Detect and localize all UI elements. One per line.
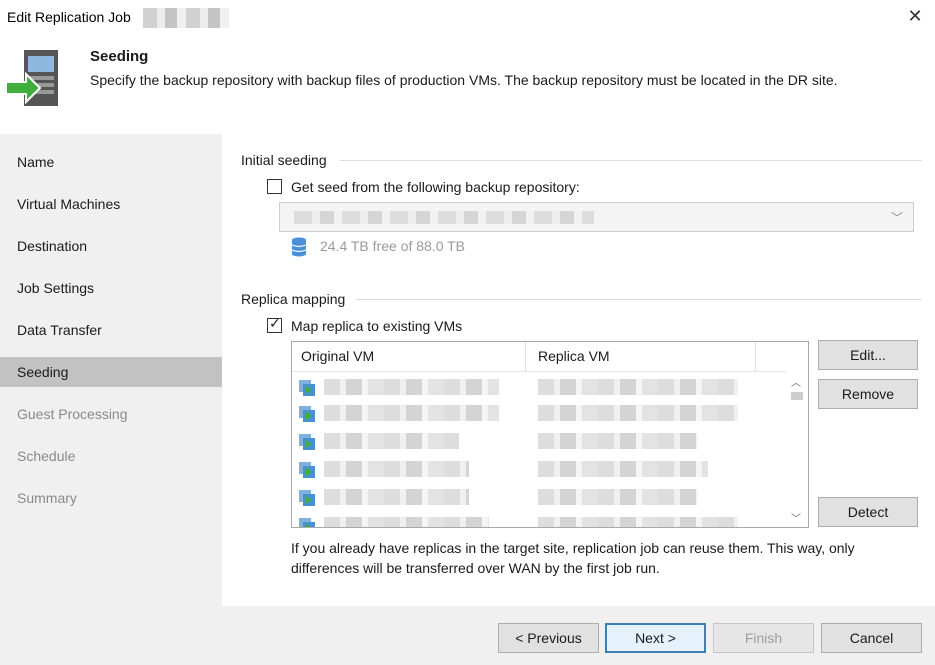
redacted-replica-vm: [538, 489, 698, 505]
seed-from-repository-label[interactable]: Get seed from the following backup repos…: [291, 179, 580, 195]
database-icon: [291, 237, 307, 257]
redacted-original-vm: [324, 405, 499, 421]
vm-icon: [299, 490, 315, 506]
previous-button[interactable]: < Previous: [498, 623, 599, 653]
redacted-replica-vm: [538, 379, 738, 395]
sidebar-item-name[interactable]: Name: [0, 147, 222, 177]
redacted-original-vm: [324, 379, 499, 395]
sidebar-item-seeding[interactable]: Seeding: [0, 357, 222, 387]
edit-button[interactable]: Edit...: [818, 340, 918, 370]
sidebar-item-job-settings[interactable]: Job Settings: [0, 273, 222, 303]
redacted-job-name: [143, 8, 229, 28]
scrollbar-thumb[interactable]: [791, 392, 803, 400]
table-row[interactable]: [292, 483, 786, 511]
table-row[interactable]: [292, 399, 786, 427]
redacted-original-vm: [324, 489, 469, 505]
sidebar-item-destination[interactable]: Destination: [0, 231, 222, 261]
cancel-button[interactable]: Cancel: [821, 623, 922, 653]
replica-mapping-group-label: Replica mapping: [241, 291, 346, 307]
wizard-header: Seeding Specify the backup repository wi…: [0, 36, 935, 134]
replica-mapping-list[interactable]: Original VM Replica VM ︿ ﹀: [291, 341, 809, 528]
group-divider: [340, 160, 922, 161]
wizard-steps-sidebar: Name Virtual Machines Destination Job Se…: [0, 134, 222, 665]
scroll-up-icon[interactable]: ︿: [791, 374, 801, 389]
sidebar-item-virtual-machines[interactable]: Virtual Machines: [0, 189, 222, 219]
table-row[interactable]: [292, 373, 786, 401]
list-scrollbar[interactable]: ︿ ﹀: [786, 372, 808, 527]
page-title: Seeding: [90, 48, 149, 65]
close-icon[interactable]: ✕: [905, 6, 925, 26]
vm-icon: [299, 406, 315, 422]
vm-icon: [299, 434, 315, 450]
sidebar-item-guest-processing: Guest Processing: [17, 406, 128, 422]
scroll-down-icon[interactable]: ﹀: [791, 510, 801, 525]
vm-icon: [299, 518, 315, 527]
redacted-replica-vm: [538, 433, 698, 449]
sidebar-item-schedule: Schedule: [17, 448, 76, 464]
window-title: Edit Replication Job: [7, 9, 131, 25]
redacted-original-vm: [324, 433, 459, 449]
column-separator: [525, 342, 526, 372]
list-header: Original VM Replica VM: [292, 342, 786, 372]
chevron-down-icon: ﹀: [890, 211, 903, 225]
seeding-server-icon: [5, 50, 58, 106]
seed-from-repository-checkbox[interactable]: [267, 179, 282, 194]
map-replica-checkbox[interactable]: [267, 316, 282, 333]
sidebar-item-data-transfer[interactable]: Data Transfer: [0, 315, 222, 345]
repository-free-space: 24.4 TB free of 88.0 TB: [320, 238, 466, 254]
column-separator: [755, 342, 756, 372]
column-header-original-vm[interactable]: Original VM: [301, 348, 374, 364]
redacted-original-vm: [324, 517, 489, 527]
finish-button: Finish: [713, 623, 814, 653]
sidebar-item-summary: Summary: [17, 490, 77, 506]
map-replica-label[interactable]: Map replica to existing VMs: [291, 318, 462, 334]
vm-icon: [299, 462, 315, 478]
title-bar: Edit Replication Job ✕: [0, 0, 935, 36]
redacted-repository-name: [294, 211, 594, 224]
remove-button[interactable]: Remove: [818, 379, 918, 409]
redacted-original-vm: [324, 461, 469, 477]
detect-button[interactable]: Detect: [818, 497, 918, 527]
vm-icon: [299, 380, 315, 396]
column-header-replica-vm[interactable]: Replica VM: [538, 348, 610, 364]
group-divider: [356, 299, 922, 300]
initial-seeding-group-label: Initial seeding: [241, 152, 327, 168]
next-button[interactable]: Next >: [605, 623, 706, 653]
table-row[interactable]: [292, 511, 786, 527]
table-row[interactable]: [292, 427, 786, 455]
redacted-replica-vm: [538, 405, 738, 421]
backup-repository-select: ﹀: [279, 202, 914, 232]
redacted-replica-vm: [538, 517, 738, 527]
redacted-replica-vm: [538, 461, 708, 477]
replica-mapping-info: If you already have replicas in the targ…: [291, 540, 855, 576]
table-row[interactable]: [292, 455, 786, 483]
page-description: Specify the backup repository with backu…: [90, 72, 838, 88]
